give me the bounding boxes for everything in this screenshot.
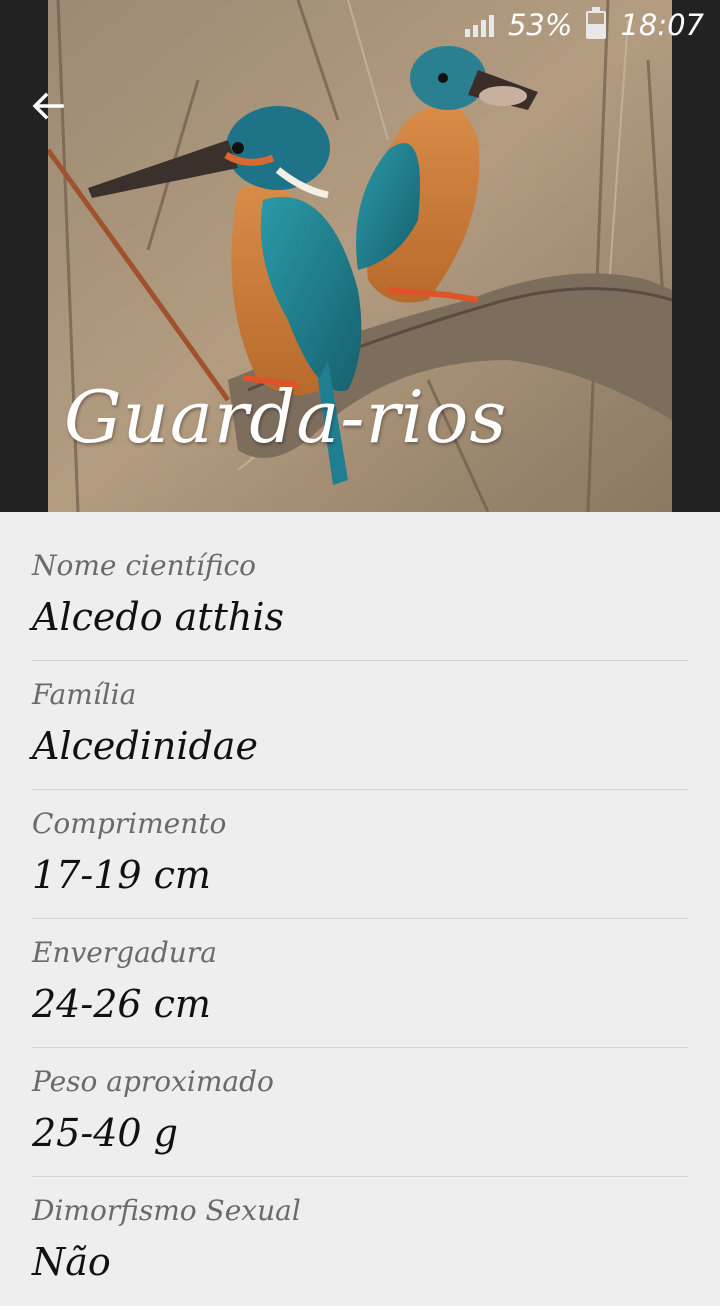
detail-value: Alcedo atthis	[32, 595, 284, 639]
detail-label: Envergadura	[32, 936, 217, 969]
detail-value: 17-19 cm	[32, 853, 211, 897]
detail-value: 25-40 g	[32, 1111, 178, 1155]
detail-row-scientific-name: Nome científico Alcedo atthis	[32, 532, 688, 661]
signal-icon	[464, 13, 494, 37]
status-bar: 53% 18:07	[0, 0, 720, 50]
detail-row-sexual-dimorphism: Dimorfismo Sexual Não	[32, 1177, 688, 1306]
detail-value: Alcedinidae	[32, 724, 258, 768]
battery-percentage: 53%	[507, 8, 573, 42]
back-button[interactable]	[20, 78, 76, 134]
arrow-left-icon	[32, 92, 64, 120]
details-list: Nome científico Alcedo atthis Família Al…	[32, 532, 688, 1306]
clock: 18:07	[620, 8, 704, 42]
detail-row-wingspan: Envergadura 24-26 cm	[32, 919, 688, 1048]
page-title: Guarda-rios	[64, 375, 508, 459]
detail-row-family: Família Alcedinidae	[32, 661, 688, 790]
header: 53% 18:07 Guarda-rios	[0, 0, 720, 512]
battery-icon	[586, 7, 607, 39]
detail-label: Comprimento	[32, 807, 227, 840]
detail-row-weight: Peso aproximado 25-40 g	[32, 1048, 688, 1177]
detail-label: Família	[32, 678, 137, 711]
detail-row-length: Comprimento 17-19 cm	[32, 790, 688, 919]
detail-label: Dimorfismo Sexual	[32, 1194, 301, 1227]
detail-label: Peso aproximado	[32, 1065, 274, 1098]
detail-value: 24-26 cm	[32, 982, 211, 1026]
detail-label: Nome científico	[32, 549, 257, 582]
